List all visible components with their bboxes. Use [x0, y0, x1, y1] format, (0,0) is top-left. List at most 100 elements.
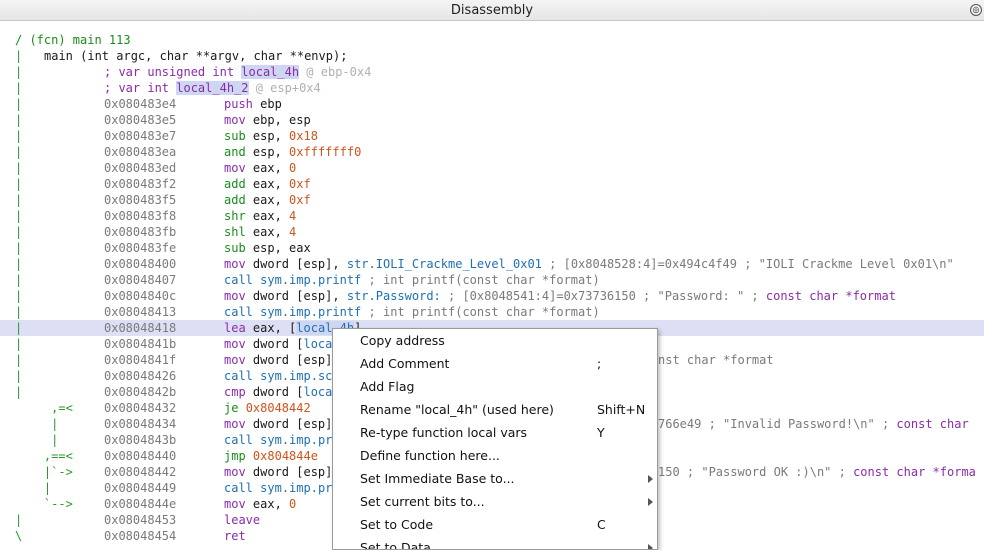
var-name[interactable]: local_4h — [241, 65, 300, 79]
instruction-text: mov ebp, esp — [224, 113, 311, 127]
instruction-address[interactable]: 0x080483fb — [104, 224, 176, 240]
menu-item[interactable]: Set current bits to... — [333, 490, 657, 513]
comment-type: const char *format — [765, 289, 896, 303]
menu-item-shortcut: ; — [597, 356, 602, 371]
instruction-address[interactable]: 0x08048426 — [104, 368, 176, 384]
instruction-row[interactable]: | 0x080483fb shl eax, 4 — [0, 224, 984, 240]
instruction-address[interactable]: 0x080483e7 — [104, 128, 176, 144]
instruction-row[interactable]: | 0x08048413 call sym.imp.printf ; int pri… — [0, 304, 984, 320]
instruction-row[interactable]: | 0x080483f2 add eax, 0xf — [0, 176, 984, 192]
gutter: | — [15, 481, 52, 495]
instruction-address[interactable]: 0x0804841b — [104, 336, 176, 352]
var-name[interactable]: local_4h_2 — [176, 81, 249, 95]
window-title: Disassembly — [450, 3, 534, 18]
undock-icon[interactable]: ◎ — [970, 4, 982, 16]
menu-item[interactable]: Re-type function local vars Y — [333, 421, 657, 444]
immediate[interactable]: 0x8048442 — [246, 401, 311, 415]
instruction-address[interactable]: 0x080483fe — [104, 240, 176, 256]
instruction-row[interactable]: | 0x0804840c mov dword [esp], str.Password… — [0, 288, 984, 304]
instruction-text: mov dword [esp], str.Password: ; [0x8048… — [224, 289, 896, 303]
immediate[interactable]: 4 — [289, 225, 296, 239]
mnemonic: shr — [224, 209, 246, 223]
immediate[interactable]: 0 — [289, 161, 296, 175]
instruction-row[interactable]: | 0x080483e5 mov ebp, esp — [0, 112, 984, 128]
symbol[interactable]: str.IOLI_Crackme_Level_0x01 — [347, 257, 542, 271]
instruction-address[interactable]: 0x0804840c — [104, 288, 176, 304]
symbol[interactable]: loca — [303, 385, 332, 399]
instruction-text: mov eax, 0 — [224, 161, 297, 175]
mnemonic: mov — [224, 113, 246, 127]
immediate[interactable]: 0x18 — [289, 129, 318, 143]
instruction-address[interactable]: 0x080483e4 — [104, 96, 176, 112]
mnemonic: sub — [224, 129, 246, 143]
instruction-address[interactable]: 0x08048453 — [104, 512, 176, 528]
instruction-text: je 0x8048442 — [224, 400, 311, 416]
instruction-address[interactable]: 0x08048454 — [104, 528, 176, 544]
menu-item[interactable]: Define function here... — [333, 444, 657, 467]
instruction-text: mov dword [esp] — [224, 465, 333, 479]
instruction-address[interactable]: 0x080483e5 — [104, 112, 176, 128]
mnemonic: mov — [224, 257, 246, 271]
immediate[interactable]: 4 — [289, 209, 296, 223]
symbol[interactable]: loca — [303, 337, 332, 351]
gutter: | — [15, 209, 23, 223]
comment-text: 766e49 ; "Invalid Password!\n" ; — [658, 417, 897, 431]
instruction-address[interactable]: 0x080483f8 — [104, 208, 176, 224]
menu-item[interactable]: Add Comment; — [333, 352, 657, 375]
menu-item[interactable]: Copy address — [333, 329, 657, 352]
immediate[interactable]: 0xf — [289, 193, 311, 207]
instruction-address[interactable]: 0x08048407 — [104, 272, 176, 288]
instruction-address[interactable]: 0x0804841f — [104, 352, 176, 368]
instruction-address[interactable]: 0x08048418 — [104, 320, 176, 336]
mnemonic: mov — [224, 337, 246, 351]
instruction-row[interactable]: | 0x080483e7 sub esp, 0x18 — [0, 128, 984, 144]
comment: ; [0x8048541:4]=0x73736150 ; "Password: … — [440, 289, 766, 303]
instruction-address[interactable]: 0x0804842b — [104, 384, 176, 400]
menu-item[interactable]: Set to Code C — [333, 513, 657, 536]
menu-item[interactable]: Add Flag — [333, 375, 657, 398]
menu-item[interactable]: Set Immediate Base to... — [333, 467, 657, 490]
instruction-address[interactable]: 0x08048434 — [104, 416, 176, 432]
gutter: | — [15, 337, 23, 351]
instruction-address[interactable]: 0x08048442 — [104, 464, 176, 480]
instruction-row[interactable]: | 0x080483e4 push ebp — [0, 96, 984, 112]
comment: ; int printf(const char *format) — [361, 273, 600, 287]
gutter: | — [15, 113, 23, 127]
instruction-row[interactable]: | 0x080483ed mov eax, 0 — [0, 160, 984, 176]
instruction-address[interactable]: 0x08048432 — [104, 400, 176, 416]
instruction-address[interactable]: 0x080483f2 — [104, 176, 176, 192]
gutter: | — [15, 433, 59, 447]
instruction-row[interactable]: | 0x080483ea and esp, 0xfffffff0 — [0, 144, 984, 160]
instruction-address[interactable]: 0x080483ea — [104, 144, 176, 160]
instruction-address[interactable]: 0x08048440 — [104, 448, 176, 464]
immediate[interactable]: 0x804844e — [253, 449, 318, 463]
instruction-address[interactable]: 0x08048413 — [104, 304, 176, 320]
menu-item-shortcut: Shift+N — [597, 402, 646, 417]
context-menu[interactable]: Copy address Add Comment; Add Flag Rename "… — [332, 328, 658, 550]
mnemonic: mov — [224, 353, 246, 367]
instruction-address[interactable]: 0x080483f5 — [104, 192, 176, 208]
symbol[interactable]: sym.imp.pr — [260, 433, 332, 447]
instruction-address[interactable]: 0x080483ed — [104, 160, 176, 176]
symbol[interactable]: str.Password: — [347, 289, 441, 303]
instruction-address[interactable]: 0x08048449 — [104, 480, 176, 496]
instruction-row[interactable]: | 0x080483f5 add eax, 0xf — [0, 192, 984, 208]
menu-item-shortcut: C — [597, 517, 606, 532]
instruction-row[interactable]: | 0x08048407 call sym.imp.printf ; int pri… — [0, 272, 984, 288]
immediate[interactable]: 0 — [289, 497, 296, 511]
instruction-address[interactable]: 0x08048400 — [104, 256, 176, 272]
instruction-address[interactable]: 0x0804843b — [104, 432, 176, 448]
instruction-row[interactable]: | 0x080483fe sub esp, eax — [0, 240, 984, 256]
immediate[interactable]: 0xf — [289, 177, 311, 191]
instruction-row[interactable]: | 0x08048400 mov dword [esp], str.IOLI_Cra… — [0, 256, 984, 272]
symbol[interactable]: sym.imp.printf — [260, 273, 361, 287]
symbol[interactable]: sym.imp.printf — [260, 305, 361, 319]
symbol[interactable]: sym.imp.pr — [260, 481, 332, 495]
symbol[interactable]: sym.imp.sc — [260, 369, 332, 383]
immediate[interactable]: 0xfffffff0 — [289, 145, 361, 159]
mnemonic: and — [224, 145, 246, 159]
instruction-row[interactable]: | 0x080483f8 shr eax, 4 — [0, 208, 984, 224]
menu-item[interactable]: Set to Data — [333, 536, 657, 549]
instruction-address[interactable]: 0x0804844e — [104, 496, 176, 512]
menu-item[interactable]: Rename "local_4h" (used here) Shift+N — [333, 398, 657, 421]
